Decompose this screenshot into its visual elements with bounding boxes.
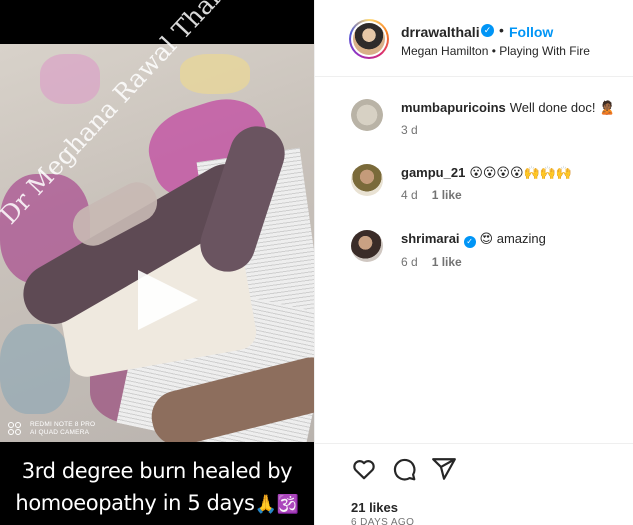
verified-badge-icon: ✓ (481, 24, 494, 37)
heart-icon[interactable] (351, 456, 377, 482)
author-username[interactable]: drrawalthali (401, 24, 480, 40)
audio-separator: • (491, 44, 496, 58)
comment-likes[interactable]: 1 like (432, 188, 462, 202)
post-side-panel: drrawalthali ✓ • Follow Megan Hamilton •… (314, 0, 633, 525)
comment-icon[interactable] (391, 456, 417, 482)
camera-dots-icon (8, 422, 26, 436)
caption-line-1: 3rd degree burn healed by (21, 459, 293, 483)
comment-time[interactable]: 3 d (401, 123, 418, 137)
likes-count[interactable]: 21 likes (351, 500, 398, 515)
play-icon[interactable] (138, 270, 198, 330)
avatar-image (353, 23, 385, 55)
comment-likes[interactable]: 1 like (432, 255, 462, 269)
commenter-avatar[interactable] (351, 230, 383, 262)
blanket-pattern (40, 54, 100, 104)
comment-username[interactable]: gampu_21 (401, 165, 465, 180)
comment-username[interactable]: shrimarai (401, 231, 460, 246)
reel-media[interactable]: Dr Meghana Rawal Thali REDMI NOTE 8 PRO … (0, 0, 314, 525)
camera-stamp: REDMI NOTE 8 PRO AI QUAD CAMERA (8, 421, 95, 437)
video-caption: 3rd degree burn healed by homoeopathy in… (0, 455, 314, 521)
comment-text: 😮😮😮😮🙌🙌🙌 (469, 165, 573, 180)
comment-time[interactable]: 4 d (401, 188, 418, 202)
commenter-avatar[interactable] (351, 99, 383, 131)
audio-track[interactable]: Playing With Fire (499, 44, 590, 58)
post-actions: 21 likes 6 DAYS AGO (315, 443, 633, 525)
header-separator: • (499, 22, 504, 38)
post-header: drrawalthali ✓ • Follow Megan Hamilton •… (315, 0, 633, 77)
comment-text: Well done doc! 🙎🏾 (509, 100, 616, 115)
video-frame[interactable] (0, 44, 314, 442)
audio-info[interactable]: Megan Hamilton • Playing With Fire (401, 44, 590, 58)
camera-model: REDMI NOTE 8 PRO (30, 421, 96, 428)
caption-emojis: 🙏🕉️ (254, 494, 299, 515)
blanket-pattern (0, 324, 70, 414)
comment-username[interactable]: mumbapuricoins (401, 100, 506, 115)
verified-badge-icon: ✓ (463, 236, 476, 248)
share-icon[interactable] (431, 456, 457, 482)
comment-text: 😍 amazing (479, 231, 546, 246)
audio-artist[interactable]: Megan Hamilton (401, 44, 488, 58)
blanket-pattern (180, 54, 250, 94)
caption-line-2: homoeopathy in 5 days (15, 491, 255, 515)
commenter-avatar[interactable] (351, 164, 383, 196)
follow-button[interactable]: Follow (509, 24, 553, 40)
post-date: 6 DAYS AGO (351, 517, 415, 525)
camera-label: AI QUAD CAMERA (30, 429, 90, 436)
comment-time[interactable]: 6 d (401, 255, 418, 269)
author-avatar[interactable] (349, 19, 389, 59)
